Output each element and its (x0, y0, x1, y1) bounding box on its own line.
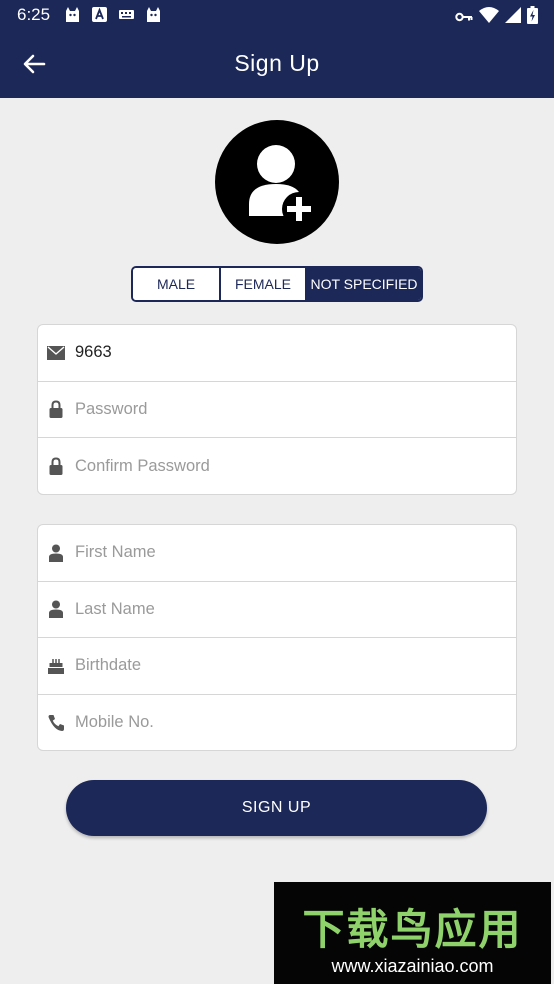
status-bar: 6:25 (0, 0, 554, 30)
account-fields-card (37, 324, 517, 495)
mobile-field[interactable] (75, 713, 516, 733)
battery-charging-icon (527, 6, 538, 28)
cat-notification-icon (64, 6, 81, 23)
confirm-password-field[interactable] (75, 456, 516, 476)
person-icon (47, 544, 65, 562)
sign-up-button[interactable]: SIGN UP (66, 780, 487, 836)
a-notification-icon (91, 6, 108, 23)
first-name-row (38, 525, 516, 582)
app-header: 6:25 Sign Up (0, 0, 554, 98)
password-row (38, 382, 516, 438)
cake-icon (47, 657, 65, 675)
cell-signal-icon (505, 7, 521, 27)
status-notification-icons (64, 6, 162, 23)
add-user-icon (249, 145, 316, 226)
vpn-key-icon (455, 8, 473, 27)
birthdate-field[interactable] (75, 656, 516, 676)
gender-selector: MALE FEMALE NOT SPECIFIED (131, 266, 423, 302)
wifi-icon (479, 7, 499, 27)
lock-icon (47, 400, 65, 419)
page-title: Sign Up (234, 50, 320, 76)
phone-icon (47, 714, 65, 732)
gender-male-button[interactable]: MALE (133, 268, 219, 300)
keyboard-icon (118, 6, 135, 23)
envelope-icon (47, 344, 65, 362)
email-row (38, 325, 516, 382)
cat-notification-icon (145, 6, 162, 23)
first-name-field[interactable] (75, 543, 516, 563)
status-time: 6:25 (17, 5, 51, 24)
mobile-row (38, 695, 516, 752)
birthdate-row (38, 638, 516, 695)
watermark-url: www.xiazainiao.com (331, 956, 494, 976)
profile-fields-card (37, 524, 517, 751)
last-name-row (38, 582, 516, 638)
confirm-password-row (38, 438, 516, 495)
watermark-title: 下载鸟应用 (302, 905, 523, 954)
gender-female-button[interactable]: FEMALE (219, 268, 305, 300)
status-system-icons (455, 6, 538, 28)
gender-not-specified-button[interactable]: NOT SPECIFIED (305, 268, 421, 300)
password-field[interactable] (75, 399, 516, 419)
lock-icon (47, 457, 65, 476)
last-name-field[interactable] (75, 599, 516, 619)
watermark-banner: 下载鸟应用 www.xiazainiao.com (274, 882, 551, 984)
person-icon (47, 600, 65, 619)
email-field[interactable] (75, 343, 516, 363)
profile-photo-picker[interactable] (215, 120, 339, 244)
